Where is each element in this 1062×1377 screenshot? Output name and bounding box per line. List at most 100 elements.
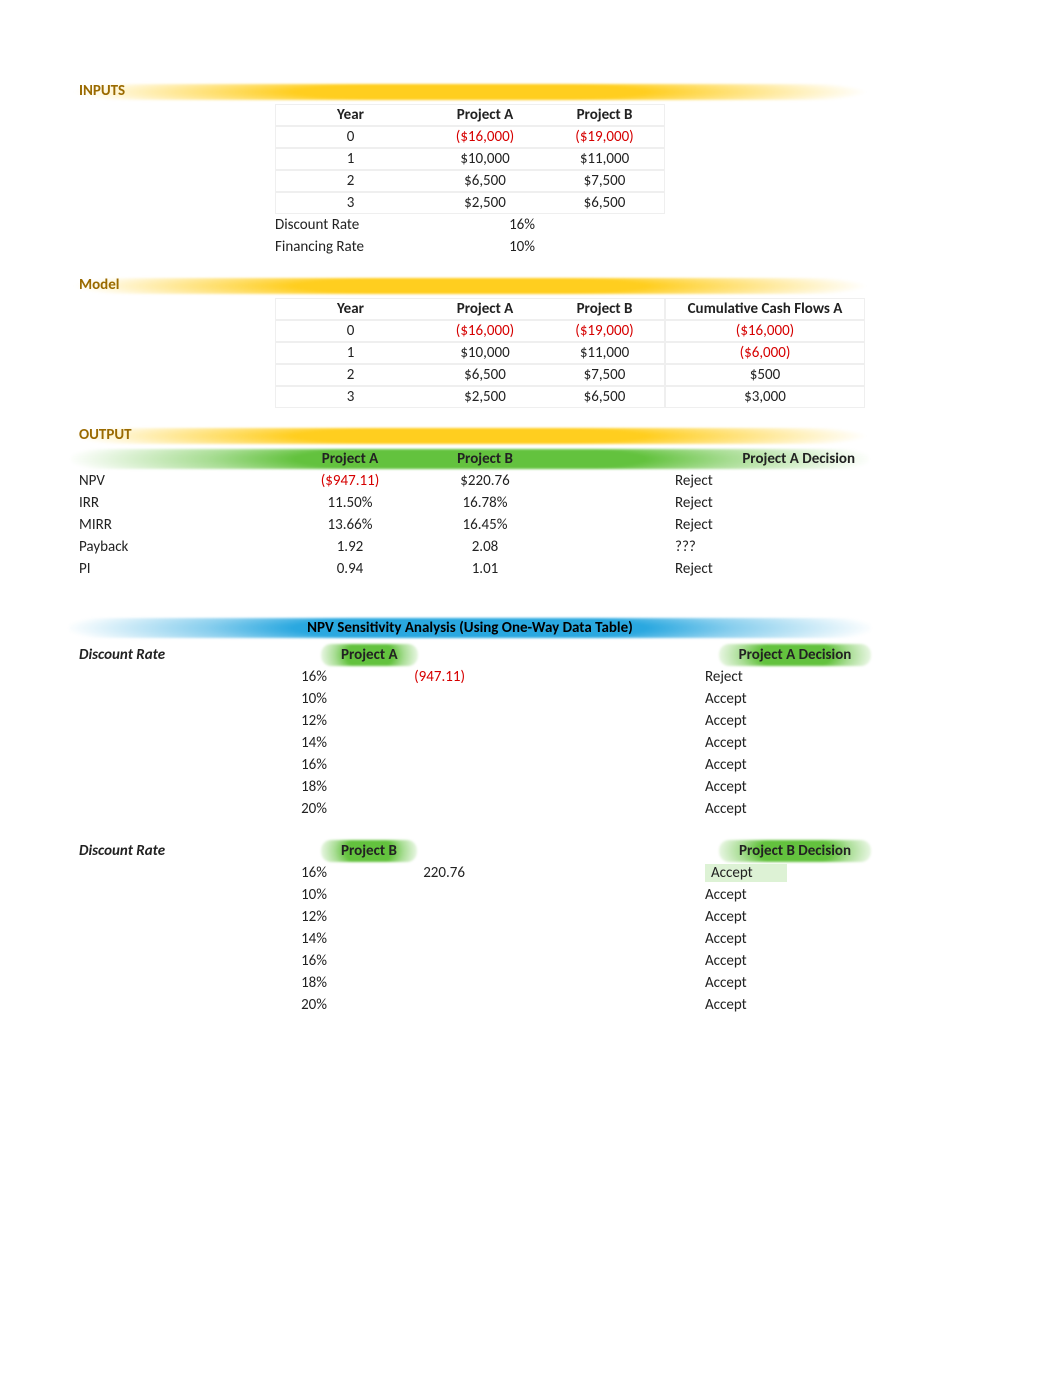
metric-decision: Reject xyxy=(665,516,865,534)
discount-rate-value: 16% xyxy=(425,216,545,234)
cell-year: 0 xyxy=(275,320,425,342)
sens-rate: 10% xyxy=(275,886,335,904)
cell-year: 3 xyxy=(275,192,425,214)
cell-year: 1 xyxy=(275,148,425,170)
section-header-sensitivity: NPV Sensitivity Analysis (Using One-Way … xyxy=(75,616,865,640)
sens-decision: Accept xyxy=(695,690,895,708)
col-project-a: Project A xyxy=(425,298,545,320)
sens-rate: 16% xyxy=(275,864,335,882)
output-row: NPV ($947.11) $220.76 Reject xyxy=(75,470,865,492)
section-title: INPUTS xyxy=(75,80,865,102)
sens-rate: 18% xyxy=(275,778,335,796)
sens-rate: 16% xyxy=(275,756,335,774)
output-header-row: Project A Project B Project A Decision xyxy=(75,448,865,470)
section-header-output: OUTPUT xyxy=(75,424,865,446)
metric-name: NPV xyxy=(75,472,275,490)
metric-decision: ??? xyxy=(665,538,865,556)
col-year: Year xyxy=(275,298,425,320)
metric-a: 13.66% xyxy=(275,516,425,534)
sens-decision: Accept xyxy=(695,886,895,904)
metric-name: IRR xyxy=(75,494,275,512)
sens-decision: Accept xyxy=(695,734,895,752)
metric-name: Payback xyxy=(75,538,275,556)
sens-rate: 12% xyxy=(275,908,335,926)
model-row: 2 $6,500 $7,500 $500 xyxy=(75,364,865,386)
inputs-row: 0 ($16,000) ($19,000) xyxy=(75,126,865,148)
sensitivity-row: 16% Accept xyxy=(75,950,865,972)
metric-a: 11.50% xyxy=(275,494,425,512)
section-title: NPV Sensitivity Analysis (Using One-Way … xyxy=(75,616,865,640)
inputs-row: 1 $10,000 $11,000 xyxy=(75,148,865,170)
sens-value: 220.76 xyxy=(335,864,515,882)
metric-b: 1.01 xyxy=(425,560,545,578)
sensitivity-row: 14% Accept xyxy=(75,928,865,950)
sensitivity-b-top-row: 16% 220.76 Accept xyxy=(75,862,865,884)
sensitivity-row: 12% Accept xyxy=(75,710,865,732)
sens-decision: Reject xyxy=(695,668,895,686)
cell-proj-a: $2,500 xyxy=(425,192,545,214)
sens-rate: 14% xyxy=(275,930,335,948)
cell-year: 0 xyxy=(275,126,425,148)
cell-year: 2 xyxy=(275,364,425,386)
model-row: 3 $2,500 $6,500 $3,000 xyxy=(75,386,865,408)
cell-proj-a: ($16,000) xyxy=(425,320,545,342)
metric-b: 16.78% xyxy=(425,494,545,512)
sensitivity-row: 20% Accept xyxy=(75,798,865,820)
inputs-header-row: Year Project A Project B xyxy=(75,104,865,126)
cell-proj-b: $6,500 xyxy=(545,192,665,214)
cell-cum-a: $3,000 xyxy=(665,386,865,408)
sensitivity-row: 18% Accept xyxy=(75,776,865,798)
model-row: 0 ($16,000) ($19,000) ($16,000) xyxy=(75,320,865,342)
financing-rate-value: 10% xyxy=(425,238,545,256)
metric-name: PI xyxy=(75,560,275,578)
cell-proj-a: $2,500 xyxy=(425,386,545,408)
sens-decision: Accept xyxy=(695,712,895,730)
sens-decision: Accept xyxy=(695,930,895,948)
cell-proj-b: $6,500 xyxy=(545,386,665,408)
col-project-b: Project B xyxy=(425,450,545,468)
sens-decision: Accept xyxy=(695,778,895,796)
metric-b: 2.08 xyxy=(425,538,545,556)
col-project-b: Project B xyxy=(545,298,665,320)
sens-rate: 20% xyxy=(275,996,335,1014)
output-row: MIRR 13.66% 16.45% Reject xyxy=(75,514,865,536)
col-project-a: Project A xyxy=(275,450,425,468)
model-header-row: Year Project A Project B Cumulative Cash… xyxy=(75,298,865,320)
metric-decision: Reject xyxy=(665,494,865,512)
metric-b: $220.76 xyxy=(425,472,545,490)
col-decision-a: Project A Decision xyxy=(665,450,865,468)
discount-rate-label: Discount Rate xyxy=(75,646,275,664)
sens-decision: Accept xyxy=(695,800,895,818)
metric-a: ($947.11) xyxy=(275,472,425,490)
sens-rate: 16% xyxy=(275,952,335,970)
metric-decision: Reject xyxy=(665,560,865,578)
cell-cum-a: ($6,000) xyxy=(665,342,865,364)
discount-rate-label: Discount Rate xyxy=(75,842,275,860)
section-header-model: Model xyxy=(75,274,865,296)
sens-rate: 10% xyxy=(275,690,335,708)
cell-proj-b: ($19,000) xyxy=(545,320,665,342)
sens-decision: Accept xyxy=(695,908,895,926)
sens-decision: Accept xyxy=(705,864,787,882)
sensitivity-row: 16% Accept xyxy=(75,754,865,776)
cell-proj-a: ($16,000) xyxy=(425,126,545,148)
cell-proj-b: ($19,000) xyxy=(545,126,665,148)
cell-cum-a: ($16,000) xyxy=(665,320,865,342)
sens-rate: 18% xyxy=(275,974,335,992)
col-year: Year xyxy=(275,104,425,126)
cell-proj-b: $7,500 xyxy=(545,170,665,192)
sensitivity-row: 20% Accept xyxy=(75,994,865,1016)
sens-rate: 16% xyxy=(275,668,335,686)
cell-year: 2 xyxy=(275,170,425,192)
col-project-b: Project B xyxy=(545,104,665,126)
sensitivity-row: 14% Accept xyxy=(75,732,865,754)
sens-value: (947.11) xyxy=(335,668,515,686)
inputs-row: 3 $2,500 $6,500 xyxy=(75,192,865,214)
metric-a: 1.92 xyxy=(275,538,425,556)
metric-decision: Reject xyxy=(665,472,865,490)
cell-year: 1 xyxy=(275,342,425,364)
sens-decision: Accept xyxy=(695,974,895,992)
sensitivity-a-header: Discount Rate Project A Project A Decisi… xyxy=(75,644,865,666)
cell-proj-a: $10,000 xyxy=(425,148,545,170)
cell-year: 3 xyxy=(275,386,425,408)
